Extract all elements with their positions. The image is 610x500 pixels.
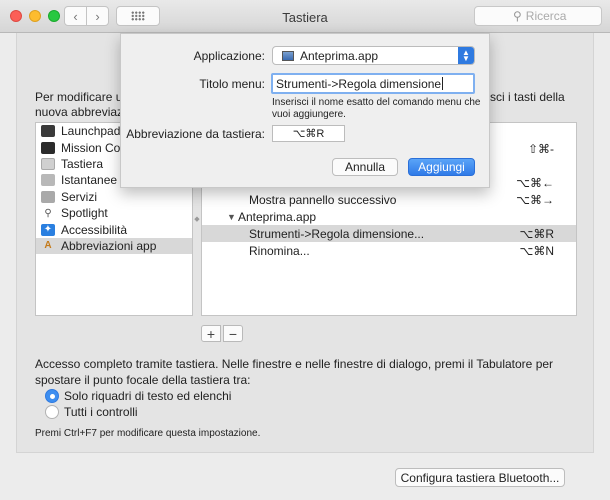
shortcut-key: ⌥⌘R xyxy=(519,226,555,241)
table-row[interactable]: Rinomina... ⌥⌘N xyxy=(202,242,576,259)
application-popup[interactable]: Anteprima.app ▲ ▼ xyxy=(272,46,475,65)
shortcut-label: Abbreviazione da tastiera: xyxy=(126,127,265,141)
preview-app-icon xyxy=(282,50,294,61)
accessibility-icon: ✦ xyxy=(41,223,55,236)
radio-all-controls[interactable]: Tutti i controlli xyxy=(45,405,138,419)
gear-icon xyxy=(41,190,55,203)
app-store-icon: A xyxy=(44,240,52,252)
intro-text-right: sci i tasti della xyxy=(490,90,565,104)
shortcut-key: ⌥⌘N xyxy=(519,243,555,258)
add-button[interactable]: Aggiungi xyxy=(408,158,475,176)
sidebar-item-app-shortcuts[interactable]: A Abbreviazioni app xyxy=(36,237,192,255)
popup-arrows-icon: ▲ ▼ xyxy=(458,47,474,64)
keyboard-icon xyxy=(41,157,55,170)
disclosure-triangle-icon[interactable]: ▼ xyxy=(227,212,236,222)
screenshot-icon xyxy=(41,174,55,187)
table-row[interactable]: Strumenti->Regola dimensione... ⌥⌘R xyxy=(202,225,576,242)
mission-control-icon xyxy=(41,141,55,154)
shortcut-key: ⌥⌘→ xyxy=(516,192,554,207)
menu-title-input[interactable]: Strumenti->Regola dimensione xyxy=(271,73,475,94)
cancel-button[interactable]: Annulla xyxy=(332,158,398,176)
grip-icon: ◆ xyxy=(194,216,200,223)
title-bar: ‹ › Tastiera ⚲ Ricerca xyxy=(0,0,610,33)
radio-text-boxes-lists[interactable]: Solo riquadri di testo ed elenchi xyxy=(45,389,231,403)
radio-selected-icon xyxy=(45,389,59,403)
shortcut-key: ⇧⌘- xyxy=(527,141,554,156)
sidebar-item-spotlight[interactable]: ⚲ Spotlight xyxy=(36,205,192,221)
text-cursor xyxy=(442,77,444,90)
menu-title-help: Inserisci il nome esatto del comando men… xyxy=(272,97,481,120)
radio-unselected-icon xyxy=(45,405,59,419)
add-shortcut-button[interactable]: + xyxy=(201,325,221,342)
sidebar-item-services[interactable]: Servizi xyxy=(36,189,192,205)
table-row[interactable]: Mostra pannello successivo ⌥⌘→ xyxy=(202,191,576,208)
search-field[interactable]: ⚲ Ricerca xyxy=(474,6,602,26)
bluetooth-keyboard-button[interactable]: Configura tastiera Bluetooth... xyxy=(395,468,565,487)
application-label: Applicazione: xyxy=(193,49,265,63)
spotlight-icon: ⚲ xyxy=(44,207,52,219)
search-placeholder: Ricerca xyxy=(525,9,567,23)
menu-title-label: Titolo menu: xyxy=(199,77,265,91)
shortcut-key: ⌥⌘← xyxy=(516,175,554,190)
table-row-group[interactable]: ▼ Anteprima.app xyxy=(202,208,576,225)
keyboard-access-text: Accesso completo tramite tastiera. Nelle… xyxy=(35,357,554,387)
add-shortcut-sheet: Applicazione: Anteprima.app ▲ ▼ Titolo me… xyxy=(120,33,490,188)
keyboard-access-note: Premi Ctrl+F7 per modificare questa impo… xyxy=(35,428,261,439)
shortcut-recorder[interactable]: ⌥⌘R xyxy=(272,125,345,142)
search-icon: ⚲ xyxy=(513,9,522,23)
launchpad-icon xyxy=(41,125,55,138)
sidebar-item-accessibility[interactable]: ✦ Accessibilità xyxy=(36,221,192,237)
remove-shortcut-button[interactable]: − xyxy=(223,325,243,342)
